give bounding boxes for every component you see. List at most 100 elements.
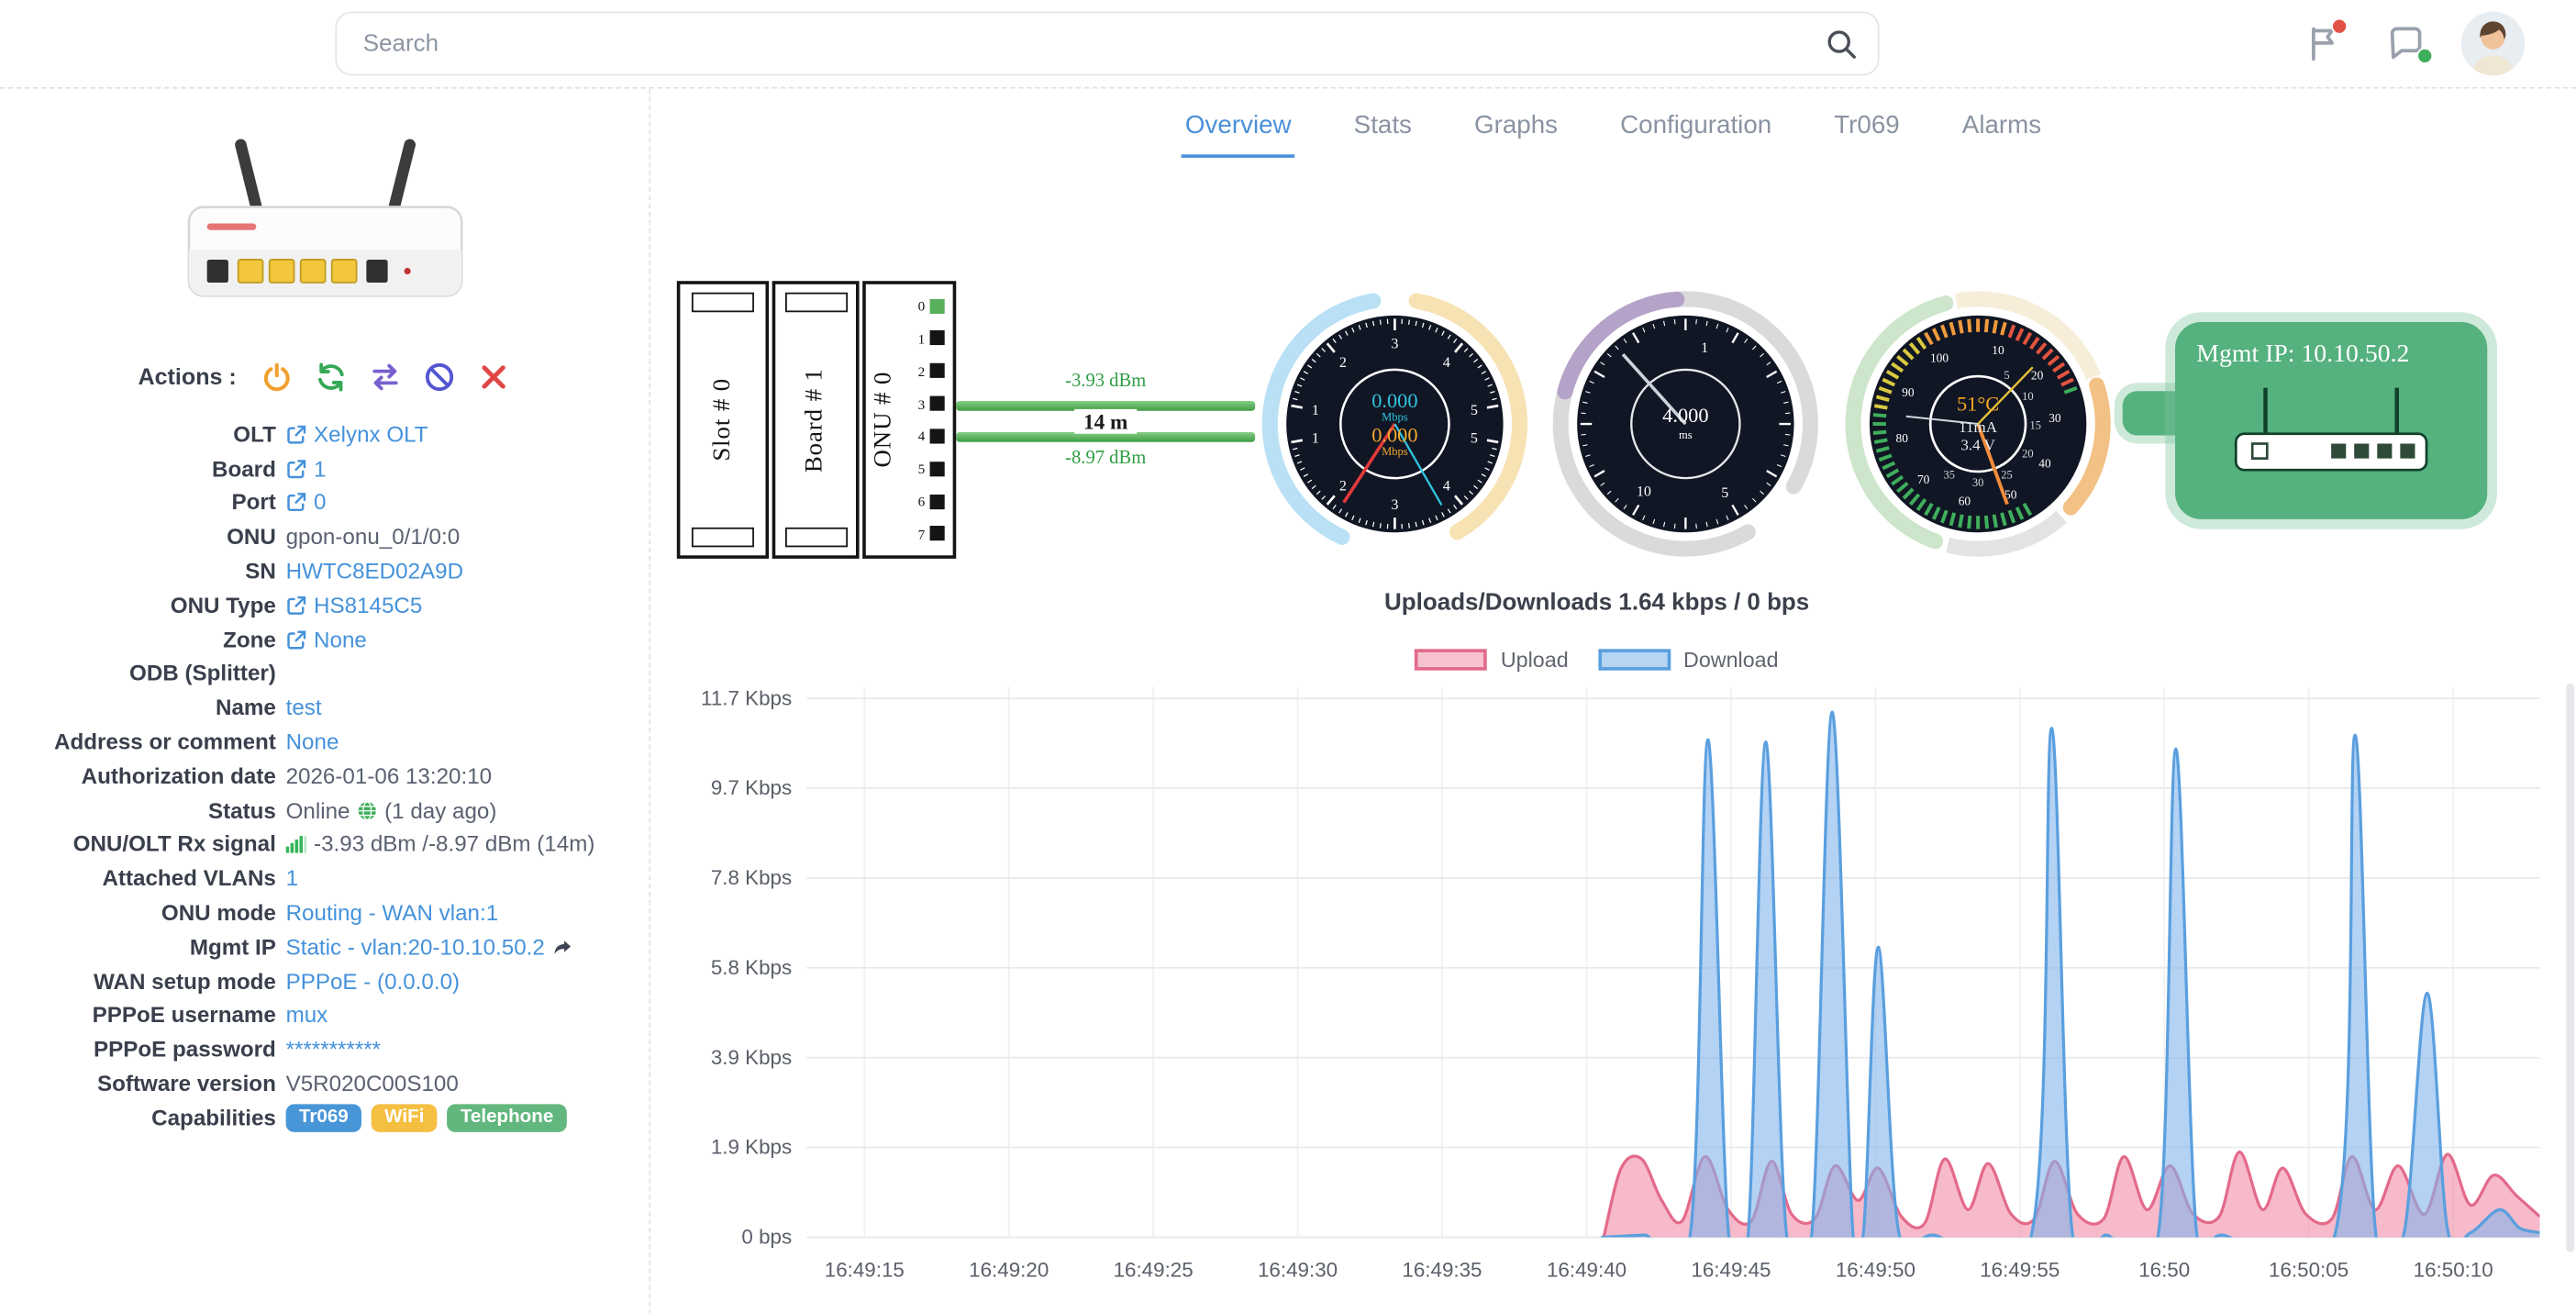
tab-stats[interactable]: Stats bbox=[1350, 98, 1415, 157]
detail-link[interactable]: Static - vlan:20-10.10.50.2 bbox=[286, 935, 545, 960]
detail-value: V5R020C00S100 bbox=[286, 1072, 459, 1096]
x-axis-label: 16:50 bbox=[2138, 1258, 2190, 1281]
detail-label: Software version bbox=[0, 1072, 276, 1096]
detail-link[interactable]: None bbox=[314, 627, 367, 651]
detail-value: Static - vlan:20-10.10.50.2 bbox=[286, 935, 573, 960]
detail-label: ONU Type bbox=[0, 593, 276, 618]
detail-row: StatusOnline(1 day ago) bbox=[0, 794, 649, 828]
detail-link[interactable]: mux bbox=[286, 1003, 328, 1028]
topbar bbox=[0, 0, 2576, 89]
svg-text:30: 30 bbox=[1972, 476, 1984, 489]
svg-text:60: 60 bbox=[1959, 494, 1971, 507]
detail-link[interactable]: 0 bbox=[314, 491, 326, 516]
port-status-led bbox=[930, 527, 945, 541]
board-connector-bottom bbox=[784, 528, 847, 547]
detail-label: PPPoE username bbox=[0, 1003, 276, 1028]
detail-row: Software version V5R020C00S100 bbox=[0, 1066, 649, 1100]
detail-link[interactable]: 1 bbox=[314, 456, 326, 481]
action-refresh-button[interactable] bbox=[316, 360, 349, 393]
board-connector-top bbox=[784, 293, 847, 312]
search-box bbox=[335, 12, 1879, 76]
svg-text:4: 4 bbox=[1443, 355, 1450, 371]
detail-label: ONU/OLT Rx signal bbox=[0, 832, 276, 857]
detail-link[interactable]: PPPoE - (0.0.0.0) bbox=[286, 969, 460, 994]
y-axis-label: 0 bps bbox=[741, 1226, 792, 1249]
svg-text:70: 70 bbox=[1917, 473, 1930, 486]
svg-text:5: 5 bbox=[2004, 369, 2009, 382]
detail-value: 0 bbox=[286, 491, 327, 516]
action-delete-button[interactable] bbox=[478, 360, 511, 393]
x-axis-label: 16:49:55 bbox=[1980, 1258, 2060, 1281]
detail-link[interactable]: Routing - WAN vlan:1 bbox=[286, 900, 499, 925]
port-status-led bbox=[930, 396, 945, 411]
detail-link[interactable]: None bbox=[286, 729, 339, 754]
sidebar: Actions : OLTXelynx OLTBoard1Port0ONUgpo… bbox=[0, 89, 650, 1313]
x-axis-label: 16:49:50 bbox=[1836, 1258, 1915, 1281]
detail-value: None bbox=[286, 729, 339, 754]
detail-link[interactable]: Xelynx OLT bbox=[314, 422, 428, 447]
share-icon[interactable] bbox=[551, 936, 572, 957]
detail-label: ONU mode bbox=[0, 900, 276, 925]
detail-link[interactable]: test bbox=[286, 695, 322, 720]
port-status-led bbox=[930, 462, 945, 476]
svg-text:5: 5 bbox=[1721, 485, 1728, 501]
scrollbar-thumb[interactable] bbox=[2566, 684, 2574, 1252]
detail-label: Board bbox=[0, 456, 276, 481]
onu-port-3: 3 bbox=[902, 390, 945, 417]
detail-label: WAN setup mode bbox=[0, 969, 276, 994]
detail-link[interactable]: *********** bbox=[286, 1037, 382, 1062]
detail-value: gpon-onu_0/1/0:0 bbox=[286, 525, 461, 550]
external-link-icon[interactable] bbox=[286, 424, 307, 445]
mgmt-router-icon bbox=[2229, 384, 2433, 486]
search-input[interactable] bbox=[335, 12, 1879, 76]
action-power-button[interactable] bbox=[261, 360, 294, 393]
detail-label: SN bbox=[0, 559, 276, 584]
notifications-flag-button[interactable] bbox=[2304, 21, 2348, 65]
external-link-icon[interactable] bbox=[286, 595, 307, 616]
detail-label: Capabilities bbox=[0, 1106, 276, 1130]
detail-value: Routing - WAN vlan:1 bbox=[286, 900, 499, 925]
search-icon[interactable] bbox=[1824, 27, 1859, 61]
external-link-icon[interactable] bbox=[286, 629, 307, 650]
detail-row: WAN setup mode PPPoE - (0.0.0.0) bbox=[0, 964, 649, 998]
latency-gauge: 15104.000ms bbox=[1546, 284, 1825, 563]
detail-row: Mgmt IPStatic - vlan:20-10.10.50.2 bbox=[0, 930, 649, 964]
detail-label: PPPoE password bbox=[0, 1037, 276, 1062]
detail-link[interactable]: HWTC8ED02A9D bbox=[286, 559, 463, 584]
detail-link[interactable]: HS8145C5 bbox=[314, 593, 422, 618]
link-distance-label: 14 m bbox=[956, 409, 1255, 436]
detail-label: Address or comment bbox=[0, 729, 276, 754]
svg-text:4: 4 bbox=[1443, 479, 1450, 495]
action-transfer-button[interactable] bbox=[370, 360, 403, 393]
tab-tr069[interactable]: Tr069 bbox=[1831, 98, 1904, 157]
external-link-icon[interactable] bbox=[286, 458, 307, 479]
board-box: Board # 1 bbox=[772, 281, 860, 559]
content: Actions : OLTXelynx OLTBoard1Port0ONUgpo… bbox=[0, 89, 2576, 1313]
action-disable-button[interactable] bbox=[424, 360, 457, 393]
tab-overview[interactable]: Overview bbox=[1182, 98, 1294, 157]
x-axis-label: 16:49:40 bbox=[1547, 1258, 1627, 1281]
svg-text:3: 3 bbox=[1391, 337, 1398, 352]
port-status-led bbox=[930, 428, 945, 443]
detail-row: ONU/OLT Rx signal -3.93 dBm /-8.97 dBm (1… bbox=[0, 828, 649, 862]
detail-value: -3.93 dBm /-8.97 dBm (14m) bbox=[286, 832, 595, 857]
onu-port-6: 6 bbox=[902, 488, 945, 515]
onu-device-image bbox=[161, 131, 489, 333]
tab-configuration[interactable]: Configuration bbox=[1617, 98, 1775, 157]
onu-port-0: 0 bbox=[902, 293, 945, 319]
detail-text: Online bbox=[286, 798, 350, 823]
notification-dot bbox=[2331, 18, 2348, 35]
y-axis-label: 3.9 Kbps bbox=[711, 1046, 792, 1069]
tab-graphs[interactable]: Graphs bbox=[1471, 98, 1560, 157]
x-axis-label: 16:49:45 bbox=[1691, 1258, 1771, 1281]
slot-connector-top bbox=[692, 293, 754, 312]
svg-text:25: 25 bbox=[2001, 469, 2013, 482]
tab-alarms[interactable]: Alarms bbox=[1959, 98, 2045, 157]
user-avatar[interactable] bbox=[2461, 12, 2526, 76]
port-status-led bbox=[930, 298, 945, 313]
messages-button[interactable] bbox=[2385, 21, 2429, 65]
external-link-icon[interactable] bbox=[286, 492, 307, 513]
detail-link[interactable]: 1 bbox=[286, 866, 298, 891]
svg-text:Mbps: Mbps bbox=[1382, 410, 1408, 423]
detail-row: Nametest bbox=[0, 691, 649, 725]
